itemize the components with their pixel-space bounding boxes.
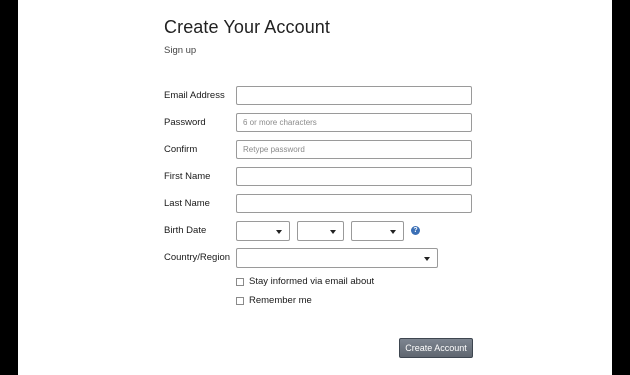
signup-panel: Create Your Account Sign up Email Addres… — [18, 0, 612, 375]
password-label: Password — [164, 117, 206, 128]
password-field[interactable] — [236, 113, 472, 132]
remember-me-checkbox[interactable] — [236, 296, 244, 305]
last-name-label: Last Name — [164, 198, 210, 209]
page-subtitle: Sign up — [164, 45, 197, 56]
country-select[interactable] — [236, 248, 438, 268]
stay-informed-checkbox[interactable] — [236, 277, 244, 286]
chevron-down-icon — [390, 230, 396, 234]
first-name-label: First Name — [164, 171, 211, 182]
last-name-field[interactable] — [236, 194, 472, 213]
birth-month-select[interactable] — [236, 221, 290, 241]
chevron-down-icon — [424, 257, 430, 261]
remember-me-option[interactable]: Remember me — [236, 295, 312, 306]
confirm-label: Confirm — [164, 144, 198, 155]
remember-me-label: Remember me — [249, 295, 312, 306]
create-account-button[interactable]: Create Account — [399, 338, 473, 358]
email-label: Email Address — [164, 90, 225, 101]
confirm-password-field[interactable] — [236, 140, 472, 159]
country-label: Country/Region — [164, 252, 231, 263]
page-title: Create Your Account — [164, 17, 331, 37]
question-circle-icon[interactable]: ? — [411, 226, 420, 235]
birth-date-label: Birth Date — [164, 225, 207, 236]
first-name-field[interactable] — [236, 167, 472, 186]
birth-year-select[interactable] — [351, 221, 404, 241]
stay-informed-option[interactable]: Stay informed via email about — [236, 276, 374, 287]
birth-day-select[interactable] — [297, 221, 344, 241]
stay-informed-label: Stay informed via email about — [249, 276, 375, 287]
chevron-down-icon — [330, 230, 336, 234]
email-field[interactable] — [236, 86, 472, 105]
chevron-down-icon — [276, 230, 282, 234]
